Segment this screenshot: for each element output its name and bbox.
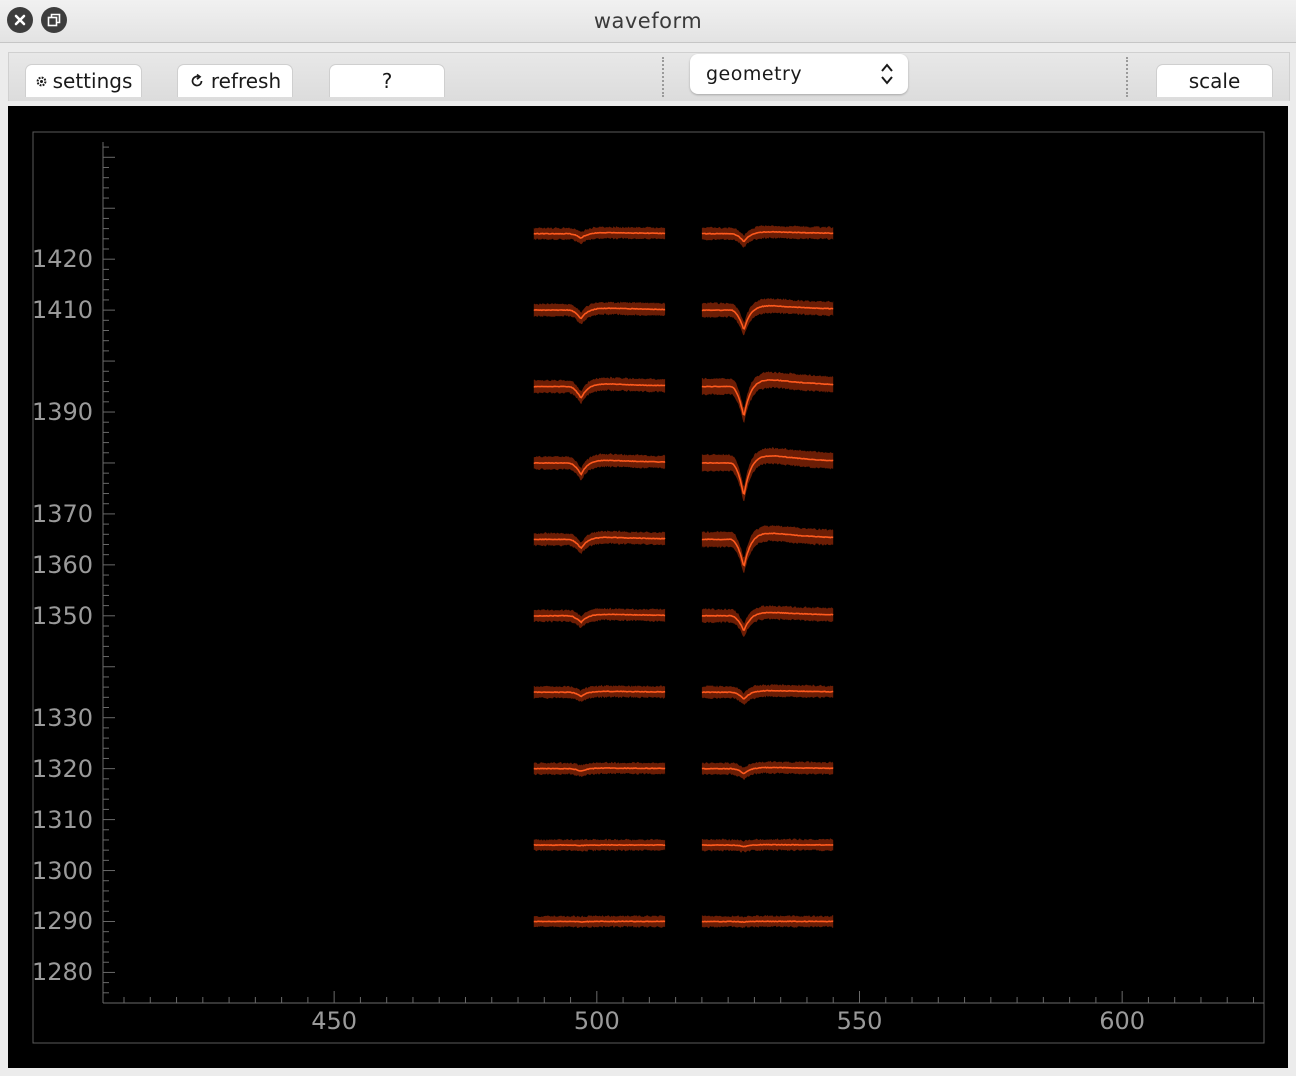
gear-icon bbox=[36, 76, 47, 86]
y-tick-label: 1280 bbox=[31, 958, 93, 987]
y-tick-label: 1350 bbox=[31, 601, 93, 630]
waveform-band bbox=[701, 605, 834, 637]
x-tick-label: 500 bbox=[573, 1007, 620, 1035]
title-bar: waveform bbox=[0, 0, 1296, 43]
y-tick-label: 1410 bbox=[31, 296, 93, 325]
y-tick-label: 1290 bbox=[31, 907, 93, 936]
y-tick-label: 1320 bbox=[31, 754, 93, 783]
waveform-band bbox=[533, 607, 666, 629]
y-tick-label: 1390 bbox=[31, 398, 93, 427]
help-button[interactable]: ? bbox=[329, 64, 445, 97]
waveform-band bbox=[701, 298, 834, 336]
waveform-band bbox=[533, 684, 666, 702]
waveform-plot[interactable]: 1280 1290 1300 1310 1320 1330 1350 1360 1370 1390… bbox=[8, 106, 1288, 1068]
waveform-band bbox=[701, 760, 834, 780]
chevron-up-down-icon bbox=[881, 63, 893, 85]
waveform-band bbox=[533, 530, 666, 555]
refresh-button[interactable]: refresh bbox=[177, 64, 293, 97]
view-select[interactable]: geometry bbox=[690, 54, 908, 94]
y-tick-label: 1330 bbox=[31, 703, 93, 732]
window-title: waveform bbox=[593, 9, 703, 33]
y-tick-label: 1300 bbox=[31, 856, 93, 885]
help-label: ? bbox=[381, 69, 393, 93]
y-tick-label: 1370 bbox=[31, 499, 93, 528]
x-tick-label: 450 bbox=[311, 1007, 358, 1035]
toolbar-separator bbox=[662, 57, 664, 97]
toolbar-separator bbox=[1126, 57, 1128, 97]
waveform-trace bbox=[533, 920, 666, 923]
refresh-label: refresh bbox=[210, 69, 282, 93]
waveform-band bbox=[533, 301, 666, 325]
waveform-band bbox=[533, 226, 666, 245]
waveform-trace bbox=[533, 843, 666, 847]
settings-button[interactable]: settings bbox=[25, 64, 142, 97]
toolbar: settings refresh ? geometry scale bbox=[8, 52, 1290, 101]
waveform-band bbox=[533, 453, 666, 481]
scale-label: scale bbox=[1188, 69, 1241, 93]
view-select-value: geometry bbox=[706, 63, 803, 85]
waveform-band bbox=[701, 446, 834, 502]
x-tick-label: 550 bbox=[836, 1007, 883, 1035]
waveform-band bbox=[701, 683, 834, 705]
y-tick-label: 1310 bbox=[31, 805, 93, 834]
refresh-icon bbox=[191, 73, 203, 87]
settings-label: settings bbox=[52, 69, 133, 93]
x-tick-label: 600 bbox=[1099, 1007, 1146, 1035]
scale-button[interactable]: scale bbox=[1156, 64, 1273, 97]
waveform-band bbox=[701, 371, 834, 423]
waveform-band bbox=[701, 525, 834, 573]
y-tick-label: 1420 bbox=[31, 245, 93, 274]
plot-frame bbox=[32, 131, 1265, 1044]
plot-canvas[interactable] bbox=[8, 106, 1288, 1068]
waveform-band bbox=[701, 225, 834, 248]
y-tick-label: 1360 bbox=[31, 550, 93, 579]
waveform-band bbox=[533, 376, 666, 405]
